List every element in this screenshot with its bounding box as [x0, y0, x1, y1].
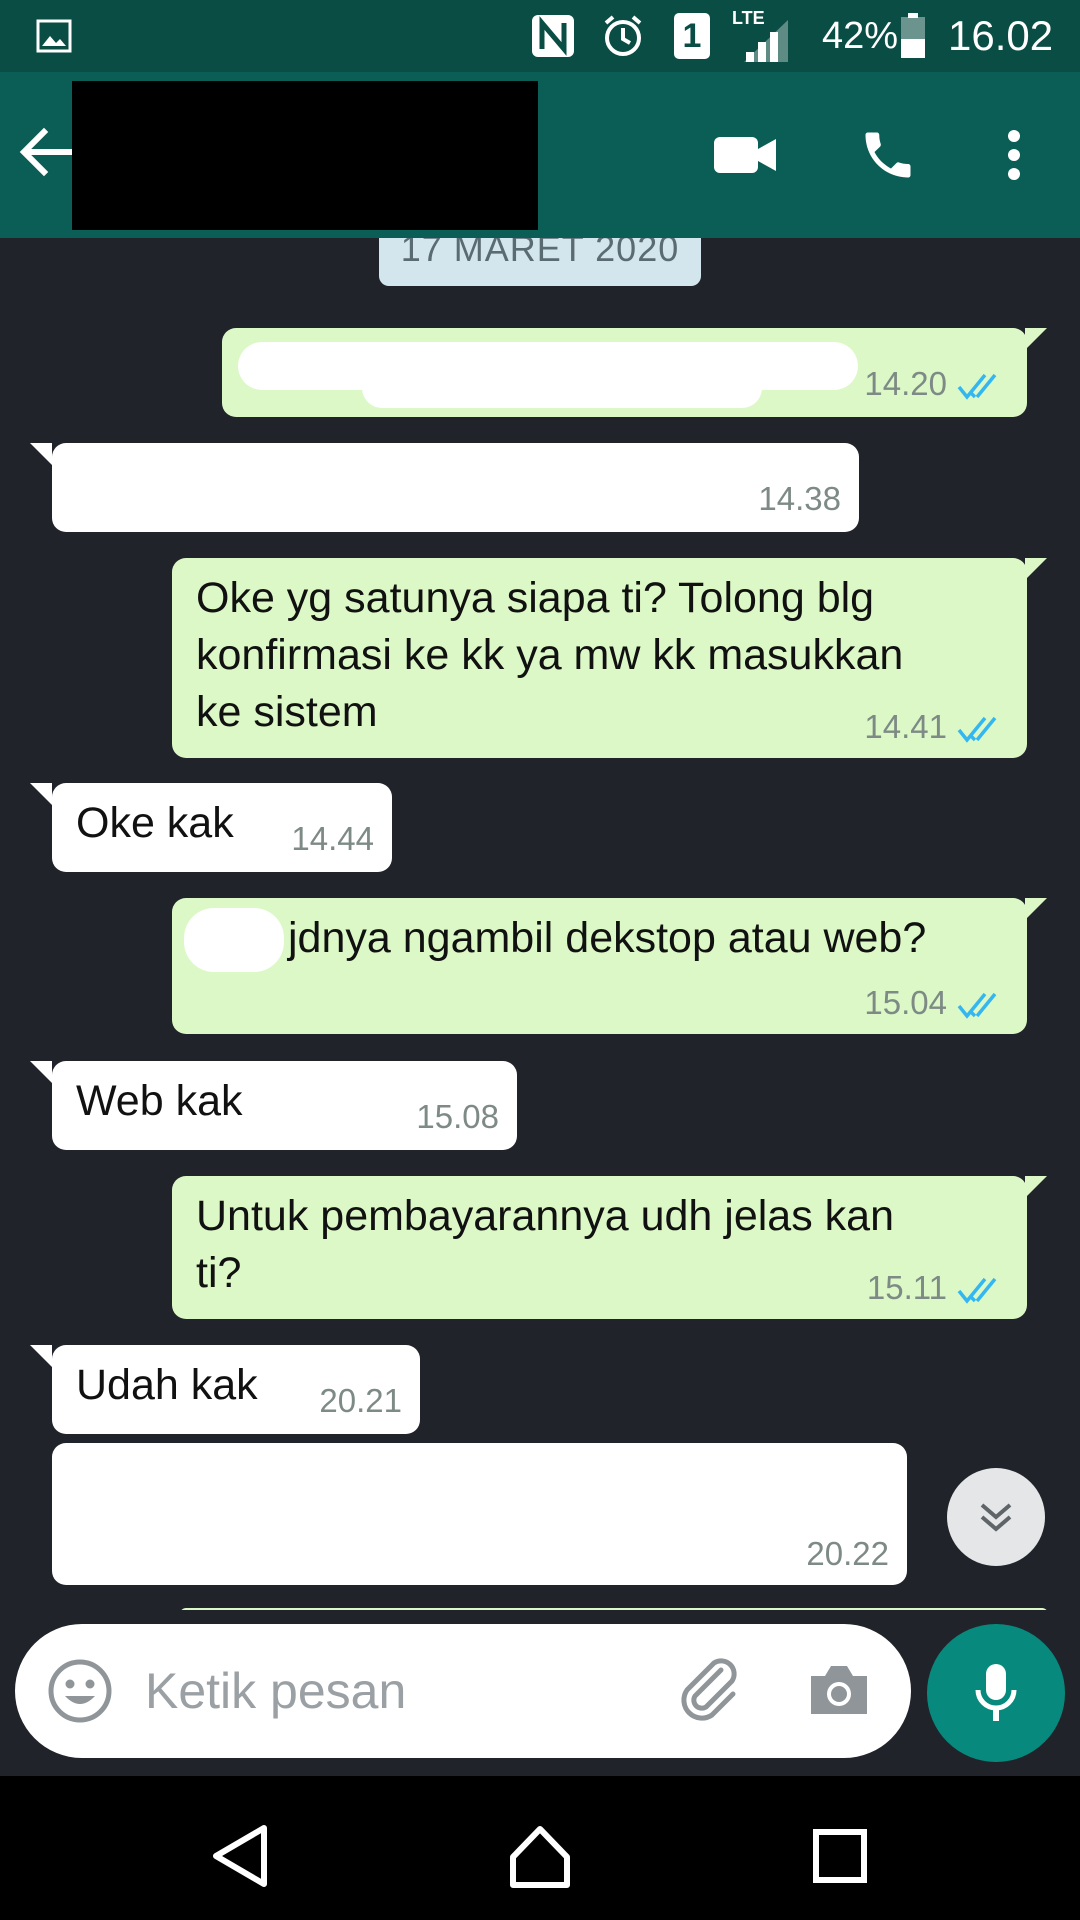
camera-icon[interactable]	[807, 1662, 871, 1723]
status-bar: 1 LTE 42% 16.02	[0, 0, 1080, 72]
message-time: 14.38	[758, 480, 841, 517]
message-text: Web kak	[76, 1077, 243, 1125]
system-nav-bar	[0, 1776, 1080, 1920]
bubble-tail	[1025, 328, 1047, 350]
bubble-tail	[1025, 1176, 1047, 1198]
message-time: 14.41	[864, 708, 947, 745]
redacted-text	[184, 908, 284, 972]
signal-icon: LTE	[730, 0, 790, 72]
double-chevron-down-icon	[980, 1503, 1012, 1532]
nfc-icon	[530, 0, 576, 72]
read-ticks-icon	[957, 1277, 997, 1304]
message-bubble-outgoing[interactable]: Untuk pembayarannya udh jelas kan ti? 15…	[172, 1176, 1047, 1319]
message-time: 15.11	[866, 1269, 947, 1306]
message-text: Untuk pembayarannya udh jelas kan ti?	[196, 1192, 894, 1297]
message-time: 20.21	[319, 1382, 402, 1419]
message-bubble-outgoing[interactable]: 14.20	[222, 328, 1047, 417]
date-chip: 17 MARET 2020	[379, 238, 701, 286]
message-text: jdnya ngambil dekstop atau web?	[288, 914, 927, 962]
read-ticks-icon	[957, 716, 997, 743]
bubble-tail	[1025, 898, 1047, 920]
scroll-to-bottom-button[interactable]	[947, 1468, 1045, 1566]
message-text: Udah kak	[76, 1361, 258, 1409]
message-input[interactable]: Ketik pesan	[145, 1658, 406, 1724]
gallery-icon	[36, 0, 72, 72]
message-bubble-incoming[interactable]: Oke kak 14.44	[30, 783, 392, 872]
message-composer: Ketik pesan	[15, 1624, 911, 1758]
message-list[interactable]: 17 MARET 2020 14.20 14.38 Oke yg satunya…	[0, 238, 1080, 1610]
message-time: 14.44	[291, 820, 374, 857]
video-call-icon[interactable]	[700, 110, 790, 200]
emoji-icon[interactable]	[47, 1658, 113, 1729]
bubble-tail	[30, 443, 52, 465]
alarm-icon	[600, 0, 646, 72]
more-vert-icon[interactable]	[969, 110, 1059, 200]
sim-icon: 1	[674, 0, 710, 72]
message-time: 20.22	[806, 1535, 889, 1572]
read-ticks-icon	[957, 373, 997, 400]
nav-back-icon[interactable]	[200, 1816, 280, 1896]
battery-percent: 42%	[822, 14, 899, 57]
mic-button[interactable]	[927, 1624, 1065, 1762]
chat-header	[0, 72, 1080, 238]
bubble-tail	[1025, 558, 1047, 580]
redacted-text	[362, 368, 762, 408]
message-bubble-outgoing[interactable]: Oke yg satunya siapa ti? Tolong blg konf…	[172, 558, 1047, 758]
sim-slot: 1	[682, 17, 702, 55]
message-time: 15.04	[864, 984, 947, 1021]
bubble-tail	[30, 1345, 52, 1367]
message-time: 15.08	[416, 1098, 499, 1135]
battery-icon	[900, 0, 926, 72]
nav-recents-icon[interactable]	[800, 1816, 880, 1896]
contact-name-redacted[interactable]	[72, 81, 538, 230]
clock: 16.02	[948, 12, 1054, 59]
message-bubble-incoming[interactable]: 20.22	[52, 1443, 907, 1585]
nav-home-icon[interactable]	[500, 1816, 580, 1896]
bubble-tail	[30, 1061, 52, 1083]
attach-icon[interactable]	[673, 1652, 743, 1727]
read-ticks-icon	[957, 992, 997, 1019]
message-text: Oke yg satunya siapa ti? Tolong blg konf…	[196, 574, 904, 736]
message-time: 14.20	[864, 365, 947, 402]
bubble-tail	[30, 783, 52, 805]
message-bubble-outgoing-partial[interactable]	[180, 1608, 1048, 1610]
mic-icon	[975, 1664, 1017, 1721]
back-arrow-icon[interactable]	[18, 127, 78, 177]
message-bubble-incoming[interactable]: Udah kak 20.21	[30, 1345, 420, 1434]
message-text: Oke kak	[76, 799, 234, 847]
message-bubble-incoming[interactable]: 14.38	[30, 443, 859, 532]
message-bubble-incoming[interactable]: Web kak 15.08	[30, 1061, 517, 1150]
phone-icon[interactable]	[843, 110, 933, 200]
message-bubble-outgoing[interactable]: jdnya ngambil dekstop atau web? 15.04	[172, 898, 1047, 1034]
